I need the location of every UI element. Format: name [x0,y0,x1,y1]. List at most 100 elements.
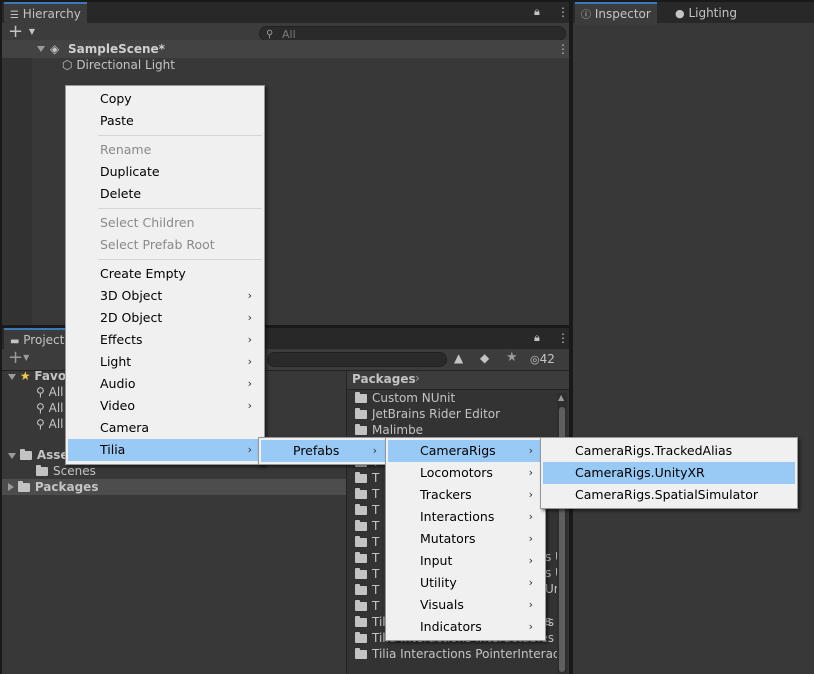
tree-scenes[interactable]: Scenes [36,463,96,479]
menu-item-2d-object[interactable]: 2D Object › [68,307,262,329]
menu-item-locomotors[interactable]: Locomotors › [388,462,543,484]
package-row[interactable]: T [355,598,379,614]
filter-by-label-icon[interactable]: ◆ [480,351,489,365]
package-label: Custom NUnit [372,391,456,405]
menu-item-light[interactable]: Light › [68,351,262,373]
folder-icon [355,488,367,499]
add-button[interactable]: + ▼ [8,21,35,42]
menu-item-video[interactable]: Video › [68,395,262,417]
menu-item-label: 3D Object [100,288,163,303]
submenu-arrow-icon: › [528,576,533,589]
scrollbar-up-arrow[interactable]: ▲ [558,393,564,402]
menu-item-camerarigs-trackedalias[interactable]: CameraRigs.TrackedAlias [543,440,795,462]
hidden-packages-toggle[interactable]: ◎42 [530,352,555,366]
menu-item-copy[interactable]: Copy [68,88,262,110]
menu-item-label: Mutators [420,531,476,546]
scene-header-row[interactable]: ◈ SampleScene* ⋮ [2,40,569,58]
tilia-submenu: Prefabs › [258,437,390,465]
hidden-count: 42 [539,352,555,366]
folder-icon [355,600,367,611]
favorite-star-icon[interactable]: ★ [506,350,518,365]
package-row[interactable]: Custom NUnit [355,390,455,406]
package-row[interactable]: T [355,582,379,598]
submenu-arrow-icon: › [247,443,252,456]
menu-item-create-empty[interactable]: Create Empty [68,263,262,285]
package-row[interactable]: T [355,470,379,486]
menu-item-prefabs[interactable]: Prefabs › [261,440,387,462]
menu-item-audio[interactable]: Audio › [68,373,262,395]
menu-item-camerarigs-unityxr[interactable]: CameraRigs.UnityXR [543,462,795,484]
menu-item-tilia[interactable]: Tilia › [68,439,262,461]
breadcrumb: Packages › [347,371,569,390]
menu-item-duplicate[interactable]: Duplicate [68,161,262,183]
menu-item-interactions[interactable]: Interactions › [388,506,543,528]
menu-item-label: CameraRigs [420,443,496,458]
menu-item-effects[interactable]: Effects › [68,329,262,351]
menu-item-camerarigs-spatialsimulator[interactable]: CameraRigs.SpatialSimulator [543,484,795,506]
hierarchy-item-label: Directional Light [76,58,175,72]
tab-lighting[interactable]: ● Lighting [669,3,743,23]
menu-item-visuals[interactable]: Visuals › [388,594,543,616]
package-row[interactable]: Tilia Interactions PointerInterac [355,646,560,662]
chevron-down-icon: ▼ [28,27,35,36]
menu-item-utility[interactable]: Utility › [388,572,543,594]
menu-item-camera[interactable]: Camera [68,417,262,439]
eye-slash-icon: ◎ [530,353,540,366]
hierarchy-context-menu: Copy Paste Rename Duplicate Delete Select Chi… [65,85,265,465]
project-search-input[interactable] [267,352,447,367]
package-label: T [372,519,380,533]
menu-item-camerarigs[interactable]: CameraRigs › [388,440,543,462]
package-row[interactable]: T [355,502,379,518]
package-row[interactable]: T [355,534,379,550]
expand-triangle-icon[interactable] [8,374,16,380]
package-row[interactable]: T [355,550,379,566]
expand-triangle-icon[interactable] [37,46,45,52]
menu-item-indicators[interactable]: Indicators › [388,616,543,638]
tree-fav-item[interactable]: ⚲ All [36,416,64,432]
folder-icon [355,584,367,595]
hierarchy-item[interactable]: ⬡ Directional Light [62,57,175,73]
tree-fav-item[interactable]: ⚲ All [36,384,64,400]
menu-item-label: Effects [100,332,143,347]
package-label: T [372,503,380,517]
package-row[interactable]: Malimbe [355,422,423,438]
submenu-arrow-icon: › [528,488,533,501]
menu-item-3d-object[interactable]: 3D Object › [68,285,262,307]
lock-icon[interactable]: 🔒︎ [534,5,540,19]
package-row[interactable]: T [355,486,379,502]
menu-item-label: Prefabs [293,443,340,458]
folder-icon [355,392,367,403]
submenu-arrow-icon: › [372,444,377,457]
package-label: T [372,567,380,581]
search-input[interactable]: ⚲ All [259,26,566,41]
scrollbar[interactable]: ▲ [557,393,567,674]
menu-item-paste[interactable]: Paste [68,110,262,132]
scenes-label: Scenes [53,464,96,478]
expand-triangle-icon[interactable] [8,453,16,459]
add-asset-button[interactable]: +▼ [8,347,29,368]
tree-packages[interactable]: Packages [2,479,346,495]
filter-by-type-icon[interactable]: ▲ [454,351,463,365]
menu-item-trackers[interactable]: Trackers › [388,484,543,506]
menu-item-label: Input [420,553,453,568]
breadcrumb-packages[interactable]: Packages [352,372,416,386]
tab-project-label: Project [23,333,65,347]
lock-icon[interactable]: 🔒︎ [534,331,540,345]
menu-item-mutators[interactable]: Mutators › [388,528,543,550]
tree-fav-item[interactable]: ⚲ All [36,400,64,416]
package-label: T [372,551,380,565]
package-row[interactable]: JetBrains Rider Editor [355,406,500,422]
menu-item-delete[interactable]: Delete [68,183,262,205]
scene-more-icon[interactable]: ⋮ [557,43,569,55]
tab-inspector[interactable]: ⓘ Inspector [575,2,657,25]
collapse-triangle-icon[interactable] [8,483,14,491]
package-label: T [372,599,380,613]
menu-item-rename: Rename [68,139,262,161]
package-row[interactable]: T [355,518,379,534]
scene-name: SampleScene* [68,42,165,56]
more-options-icon[interactable]: ⋮ [557,6,569,18]
folder-icon [355,536,367,547]
package-row[interactable]: T [355,566,379,582]
menu-item-input[interactable]: Input › [388,550,543,572]
more-options-icon[interactable]: ⋮ [557,332,569,344]
